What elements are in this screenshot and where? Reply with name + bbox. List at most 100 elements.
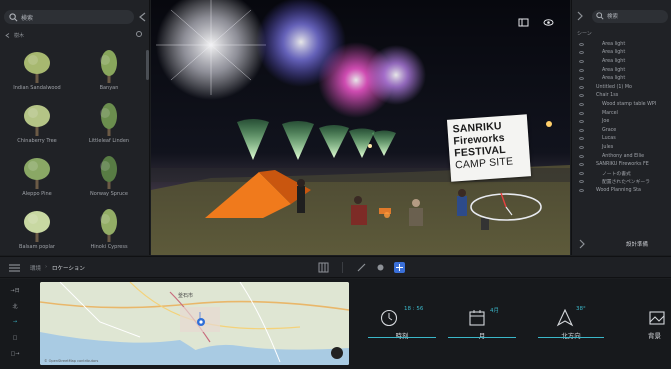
- grid-view-icon[interactable]: [318, 262, 329, 273]
- visibility-eye-icon[interactable]: [579, 85, 584, 89]
- visibility-eye-icon[interactable]: [579, 111, 584, 115]
- asset-item[interactable]: Balsam poplar: [2, 203, 72, 255]
- outliner-search-input[interactable]: 検索: [592, 9, 668, 23]
- scene-tree-item[interactable]: 配置されたペンギーラ: [572, 178, 671, 187]
- asset-item[interactable]: Hinoki Cypress: [74, 203, 144, 255]
- scene-tree-item[interactable]: Joe: [572, 117, 671, 126]
- side-button-location[interactable]: →: [8, 319, 22, 329]
- back-arrow-icon[interactable]: [5, 33, 10, 38]
- options-icon[interactable]: [136, 31, 142, 37]
- visibility-eye-icon[interactable]: [579, 137, 584, 141]
- scene-tree-item[interactable]: Wood Planning Sta: [572, 186, 671, 195]
- outliner-bottom-button[interactable]: 設計準備: [626, 240, 648, 248]
- month-value: 4月: [490, 308, 499, 314]
- asset-label: Chinaberry Tree: [17, 138, 57, 144]
- asset-label: Aleppo Pine: [22, 191, 52, 197]
- asset-item[interactable]: Chinaberry Tree: [2, 97, 72, 149]
- side-button-north[interactable]: 北: [8, 303, 22, 313]
- visibility-eye-icon[interactable]: [579, 188, 584, 192]
- side-button-sun[interactable]: →日: [8, 287, 22, 297]
- outliner-search-placeholder: 検索: [607, 14, 619, 20]
- scene-tree-item[interactable]: Area light: [572, 74, 671, 83]
- scene-tree-item[interactable]: Area light: [572, 40, 671, 49]
- visibility-eye-icon[interactable]: [579, 145, 584, 149]
- scene-item-label: SANRIKU Fireworks FE: [596, 162, 649, 168]
- visibility-eye-icon[interactable]: [579, 180, 584, 184]
- visibility-eye-icon[interactable]: [579, 51, 584, 55]
- background-control[interactable]: 背景: [640, 303, 671, 349]
- location-map[interactable]: 釜石市 © OpenStreetMap contributors: [40, 282, 349, 365]
- visibility-eye-icon[interactable]: [579, 68, 584, 72]
- asset-breadcrumb[interactable]: 樹木: [5, 31, 145, 40]
- scene-tree-item[interactable]: ノートの書式: [572, 169, 671, 178]
- scene-tree-item[interactable]: Area light: [572, 66, 671, 75]
- sun-icon[interactable]: [375, 262, 386, 273]
- asset-item[interactable]: Aleppo Pine: [2, 150, 72, 202]
- scene-tree-item[interactable]: Marcel: [572, 109, 671, 118]
- month-control[interactable]: 4月 月: [448, 303, 516, 349]
- bottom-toolbar: 環境 › ロケーション: [0, 256, 671, 278]
- scene-tree-item[interactable]: Anthony and Ellie: [572, 152, 671, 161]
- side-button-export[interactable]: □→: [8, 351, 22, 361]
- visibility-eye-icon[interactable]: [579, 102, 584, 106]
- asset-item[interactable]: Norway Spruce: [74, 150, 144, 202]
- north-arrow-icon: [556, 309, 574, 327]
- scene-tree-item[interactable]: SANRIKU Fireworks FE: [572, 160, 671, 169]
- map-compass-icon[interactable]: [331, 347, 343, 359]
- visibility-eye-icon[interactable]: [579, 42, 584, 46]
- scene-item-label: Jules: [602, 144, 614, 150]
- scene-tree-item[interactable]: Lucas: [572, 135, 671, 144]
- visibility-eye-icon[interactable]: [579, 59, 584, 63]
- expand-right-icon[interactable]: [578, 239, 586, 249]
- view-tools: [318, 262, 405, 273]
- visibility-eye-icon[interactable]: [579, 171, 584, 175]
- scene-item-label: Area light: [602, 41, 626, 47]
- pencil-icon[interactable]: [356, 262, 367, 273]
- asset-label: Littleleaf Linden: [88, 138, 130, 144]
- asset-label: Hinoki Cypress: [90, 244, 128, 250]
- scene-item-label: Marcel: [602, 110, 618, 116]
- collapse-left-icon[interactable]: [138, 12, 147, 22]
- visibility-eye-icon[interactable]: [579, 120, 584, 124]
- location-tool-icon[interactable]: [394, 262, 405, 273]
- north-direction-control[interactable]: 38° 北方向: [538, 303, 604, 349]
- visibility-eye-icon[interactable]: [579, 154, 584, 158]
- time-slider-line[interactable]: [368, 337, 436, 338]
- time-control[interactable]: 18 : 56 時刻: [368, 303, 436, 349]
- search-icon: [9, 12, 18, 21]
- side-button-view[interactable]: □: [8, 335, 22, 345]
- eye-icon[interactable]: [543, 18, 554, 27]
- outliner-bottom-bar: 設計準備: [572, 234, 671, 254]
- scene-tree-item[interactable]: Area light: [572, 49, 671, 58]
- expand-right-icon[interactable]: [576, 11, 584, 21]
- map-graphic: [40, 282, 349, 365]
- visibility-eye-icon[interactable]: [579, 163, 584, 167]
- scene-tree-item[interactable]: Wood stamp table WPI: [572, 100, 671, 109]
- menu-icon[interactable]: [9, 264, 20, 272]
- asset-label: Balsam poplar: [19, 244, 55, 250]
- month-slider-line[interactable]: [448, 337, 516, 338]
- scene-tree-item[interactable]: Untitled (1) Mo: [572, 83, 671, 92]
- panel-toggle-icon[interactable]: [518, 18, 529, 27]
- direction-slider-line[interactable]: [538, 337, 604, 338]
- scene-tree-item[interactable]: Jules: [572, 143, 671, 152]
- asset-search-input[interactable]: 検索: [4, 10, 134, 24]
- tree-thumbnail-icon: [24, 158, 50, 189]
- search-icon: [596, 12, 604, 20]
- tree-thumbnail-icon: [24, 52, 50, 83]
- scene-tree-item[interactable]: Area light: [572, 57, 671, 66]
- asset-item[interactable]: Banyan: [74, 44, 144, 96]
- scene-tree-item[interactable]: Grace: [572, 126, 671, 135]
- scene-item-label: Area light: [602, 50, 626, 56]
- scene-tree-item[interactable]: Chair 1ss: [572, 92, 671, 101]
- 3d-viewport[interactable]: SANRIKU Fireworks FESTIVAL CAMP SITE: [151, 0, 570, 255]
- visibility-eye-icon[interactable]: [579, 77, 584, 81]
- asset-scrollbar[interactable]: [146, 50, 149, 80]
- visibility-eye-icon[interactable]: [579, 94, 584, 98]
- scene-item-label: Lucas: [602, 136, 616, 142]
- visibility-eye-icon[interactable]: [579, 128, 584, 132]
- breadcrumb-environment[interactable]: 環境: [30, 264, 41, 272]
- asset-item[interactable]: Littleleaf Linden: [74, 97, 144, 149]
- outliner-top-bar: 検索: [572, 8, 671, 24]
- asset-item[interactable]: Indian Sandalwood: [2, 44, 72, 96]
